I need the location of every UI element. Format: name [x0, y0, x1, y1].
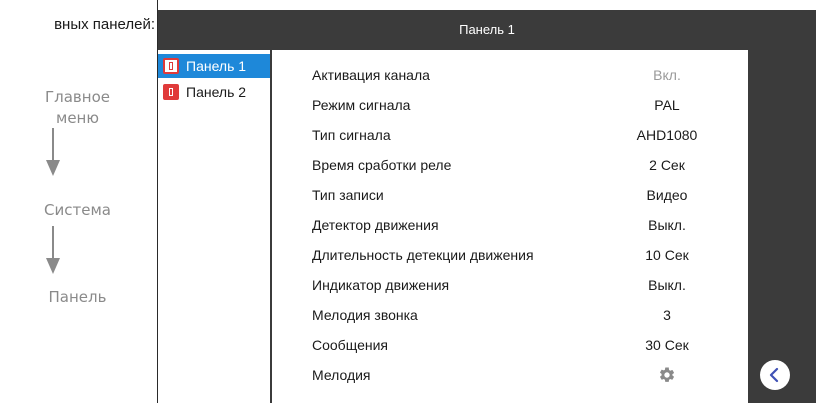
- setting-row-messages[interactable]: Сообщения 30 Сек: [272, 330, 748, 360]
- setting-value: Вкл.: [653, 67, 681, 83]
- door-icon: [163, 84, 179, 100]
- door-icon: [163, 58, 179, 74]
- guide-step-panel: Панель: [48, 288, 107, 306]
- setting-label: Сообщения: [312, 337, 388, 353]
- guide-step-main-menu: Главное меню: [0, 87, 155, 129]
- setting-value: PAL: [654, 97, 680, 113]
- setting-label: Активация канала: [312, 67, 430, 83]
- guide-step-main-menu-line2: меню: [56, 109, 99, 127]
- panel-item-1[interactable]: Панель 1: [158, 54, 270, 78]
- setting-row-channel-activation[interactable]: Активация канала Вкл.: [272, 60, 748, 90]
- setting-label: Детектор движения: [312, 217, 439, 233]
- arrow-down-icon: [46, 128, 60, 176]
- panel-list: Панель 1 Панель 2: [158, 50, 270, 403]
- setting-row-signal-mode[interactable]: Режим сигнала PAL: [272, 90, 748, 120]
- setting-row-signal-type[interactable]: Тип сигнала AHD1080: [272, 120, 748, 150]
- chevron-left-icon: [769, 367, 779, 383]
- setting-value: Видео: [646, 187, 688, 203]
- setting-value: AHD1080: [636, 127, 698, 143]
- setting-row-melody[interactable]: Мелодия: [272, 360, 748, 390]
- setting-value: Выкл.: [648, 277, 686, 293]
- settings-list: Активация канала Вкл. Режим сигнала PAL …: [272, 50, 748, 403]
- setting-label: Индикатор движения: [312, 277, 450, 293]
- setting-value: 30 Сек: [645, 337, 689, 353]
- setting-value: Выкл.: [648, 217, 686, 233]
- panel-item-2[interactable]: Панель 2: [158, 80, 270, 104]
- setting-row-relay-time[interactable]: Время сработки реле 2 Сек: [272, 150, 748, 180]
- setting-label: Тип записи: [312, 187, 384, 203]
- gear-icon[interactable]: [658, 366, 676, 384]
- device-screen: Панель 1 Панель 1 Панель 2 Активация кан…: [158, 10, 816, 403]
- guide-step-system: Система: [44, 201, 111, 219]
- guide-step-main-menu-line1: Главное: [45, 88, 110, 106]
- setting-value: 2 Сек: [649, 157, 685, 173]
- setting-row-ringtone[interactable]: Мелодия звонка 3: [272, 300, 748, 330]
- setting-row-motion-indicator[interactable]: Индикатор движения Выкл.: [272, 270, 748, 300]
- setting-label: Тип сигнала: [312, 127, 391, 143]
- setting-label: Время сработки реле: [312, 157, 452, 173]
- setting-label: Длительность детекции движения: [312, 247, 534, 263]
- setting-value: 10 Сек: [645, 247, 689, 263]
- setting-value: 3: [663, 307, 671, 323]
- guide-heading: вных панелей:: [54, 16, 155, 33]
- panel-item-label: Панель 2: [186, 84, 247, 100]
- setting-label: Мелодия звонка: [312, 307, 418, 323]
- arrow-down-icon: [46, 226, 60, 274]
- setting-row-record-type[interactable]: Тип записи Видео: [272, 180, 748, 210]
- panel-item-label: Панель 1: [186, 58, 247, 74]
- setting-row-motion-detector[interactable]: Детектор движения Выкл.: [272, 210, 748, 240]
- setting-row-motion-duration[interactable]: Длительность детекции движения 10 Сек: [272, 240, 748, 270]
- screen-title: Панель 1: [459, 22, 515, 37]
- setting-label: Мелодия: [312, 367, 371, 383]
- setting-label: Режим сигнала: [312, 97, 411, 113]
- back-button[interactable]: [760, 360, 790, 390]
